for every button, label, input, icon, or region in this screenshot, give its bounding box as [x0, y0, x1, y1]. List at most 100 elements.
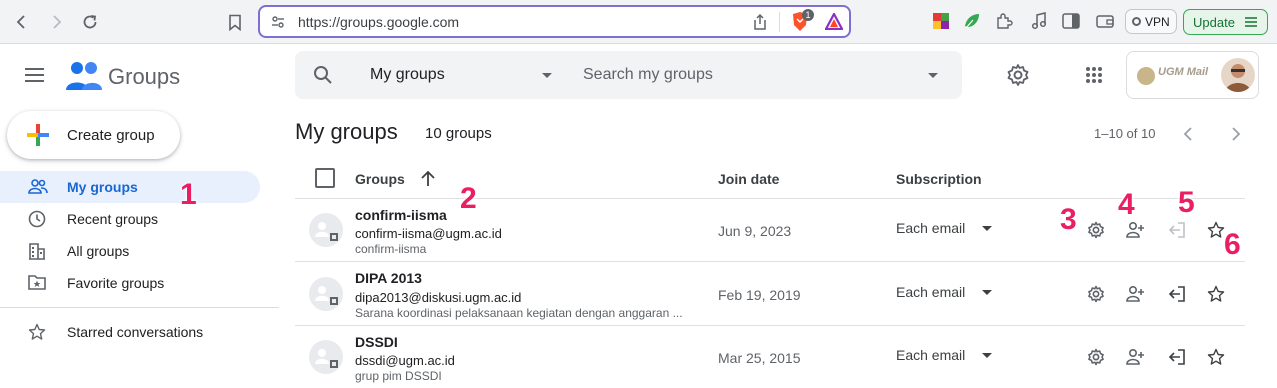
extension-leaf-icon[interactable] [962, 11, 982, 31]
sidebar-toggle-icon[interactable] [1061, 11, 1081, 31]
extensions-puzzle-icon[interactable] [994, 11, 1014, 31]
pagination-range: 1–10 of 10 [1094, 126, 1156, 141]
sidebar-item-label: All groups [67, 243, 130, 259]
reload-icon[interactable] [79, 11, 101, 33]
menu-lines-icon [1244, 16, 1258, 28]
header-divider [295, 198, 1245, 199]
account-logo-text: UGM Mail [1158, 66, 1209, 78]
main-menu-icon[interactable] [24, 66, 46, 84]
vpn-status-icon [1132, 17, 1141, 26]
subscription-dropdown-icon[interactable] [981, 352, 993, 359]
create-group-button[interactable]: Create group [7, 111, 180, 159]
select-all-checkbox[interactable] [315, 168, 335, 188]
vpn-label: VPN [1145, 14, 1170, 29]
update-button[interactable]: Update [1183, 9, 1268, 35]
column-header-subscription: Subscription [896, 171, 982, 187]
favorite-star-icon[interactable] [1207, 221, 1225, 239]
subscription-dropdown-icon[interactable] [981, 289, 993, 296]
back-icon[interactable] [11, 11, 33, 33]
url-divider [779, 12, 780, 32]
sidebar-item-all-groups[interactable]: All groups [0, 235, 260, 267]
sidebar-item-starred-conversations[interactable]: Starred conversations [0, 316, 260, 348]
search-options-dropdown-icon[interactable] [927, 72, 939, 79]
plus-icon [26, 123, 50, 147]
prev-page-icon[interactable] [1183, 127, 1193, 141]
sort-arrow-up-icon[interactable] [419, 169, 437, 187]
row-divider [295, 261, 1245, 262]
favorite-star-icon[interactable] [1207, 348, 1225, 366]
building-icon [28, 242, 46, 260]
media-music-icon[interactable] [1029, 11, 1049, 31]
group-name[interactable]: DSSDI [355, 334, 398, 350]
group-count: 10 groups [425, 125, 492, 142]
group-description: confirm-iisma [355, 242, 427, 256]
address-bar[interactable]: https://groups.google.com 1 [258, 5, 851, 38]
share-icon[interactable] [752, 13, 768, 31]
annotation-marker: 3 [1060, 203, 1077, 236]
sidebar-item-label: My groups [67, 179, 138, 195]
star-outline-icon [28, 323, 46, 341]
scope-dropdown-icon[interactable] [541, 72, 553, 79]
group-settings-gear-icon[interactable] [1087, 348, 1105, 366]
forward-icon[interactable] [45, 11, 67, 33]
next-page-icon[interactable] [1231, 127, 1241, 141]
annotation-marker: 6 [1224, 228, 1241, 261]
apps-grid-icon[interactable] [1085, 66, 1103, 84]
url-text[interactable]: https://groups.google.com [298, 14, 459, 30]
star-folder-icon [28, 274, 46, 290]
subscription-dropdown-icon[interactable] [981, 225, 993, 232]
join-date: Mar 25, 2015 [718, 350, 801, 366]
update-label: Update [1193, 14, 1235, 30]
group-email: confirm-iisma@ugm.ac.id [355, 226, 502, 241]
add-member-icon[interactable] [1125, 221, 1145, 239]
avatar[interactable] [1221, 58, 1255, 92]
group-name[interactable]: DIPA 2013 [355, 270, 422, 286]
annotation-marker: 4 [1118, 188, 1135, 221]
group-settings-gear-icon[interactable] [1087, 285, 1105, 303]
page-title: My groups [295, 119, 398, 144]
site-settings-icon[interactable] [270, 14, 286, 30]
bookmark-icon[interactable] [224, 11, 246, 33]
sidebar-item-recent-groups[interactable]: Recent groups [0, 203, 260, 235]
people-icon [28, 178, 48, 196]
join-date: Feb 19, 2019 [718, 287, 801, 303]
group-avatar-icon [309, 340, 343, 374]
groups-logo-icon[interactable] [66, 60, 102, 92]
wallet-icon[interactable] [1095, 11, 1115, 31]
search-scope-select[interactable]: My groups [370, 66, 445, 84]
search-icon[interactable] [313, 65, 333, 85]
sidebar-item-favorite-groups[interactable]: Favorite groups [0, 267, 260, 299]
app-name[interactable]: Groups [108, 64, 180, 90]
sidebar-item-my-groups[interactable]: My groups [0, 171, 260, 203]
subscription-select[interactable]: Each email [896, 284, 965, 300]
settings-gear-icon[interactable] [1006, 63, 1030, 87]
group-description: grup pim DSSDI [355, 369, 442, 383]
search-input[interactable]: Search my groups [583, 66, 713, 84]
clock-icon [28, 210, 46, 228]
sidebar-item-label: Recent groups [67, 211, 159, 227]
join-date: Jun 9, 2023 [718, 223, 792, 239]
shield-badge: 1 [802, 9, 814, 21]
sidebar-item-label: Starred conversations [67, 324, 204, 340]
annotation-marker: 2 [460, 182, 477, 215]
browser-toolbar: https://groups.google.com 1 VPN Update [0, 0, 1277, 44]
leave-group-icon[interactable] [1168, 285, 1186, 303]
add-member-icon[interactable] [1125, 285, 1145, 303]
annotation-marker: 1 [180, 178, 197, 211]
group-settings-gear-icon[interactable] [1087, 221, 1105, 239]
column-header-groups[interactable]: Groups [355, 171, 405, 187]
column-header-join-date[interactable]: Join date [718, 171, 779, 187]
account-switcher[interactable]: UGM Mail [1126, 51, 1259, 99]
group-description: Sarana koordinasi pelaksanaan kegiatan d… [355, 306, 683, 320]
subscription-select[interactable]: Each email [896, 347, 965, 363]
search-bar[interactable]: My groups Search my groups [295, 51, 962, 99]
vpn-button[interactable]: VPN [1125, 9, 1177, 34]
brave-rewards-icon[interactable] [825, 13, 843, 30]
add-member-icon[interactable] [1125, 348, 1145, 366]
favorite-star-icon[interactable] [1207, 285, 1225, 303]
leave-group-icon[interactable] [1168, 348, 1186, 366]
extension-color-icon[interactable] [931, 11, 951, 31]
group-name[interactable]: confirm-iisma [355, 207, 447, 223]
subscription-select[interactable]: Each email [896, 220, 965, 236]
row-divider [295, 325, 1245, 326]
